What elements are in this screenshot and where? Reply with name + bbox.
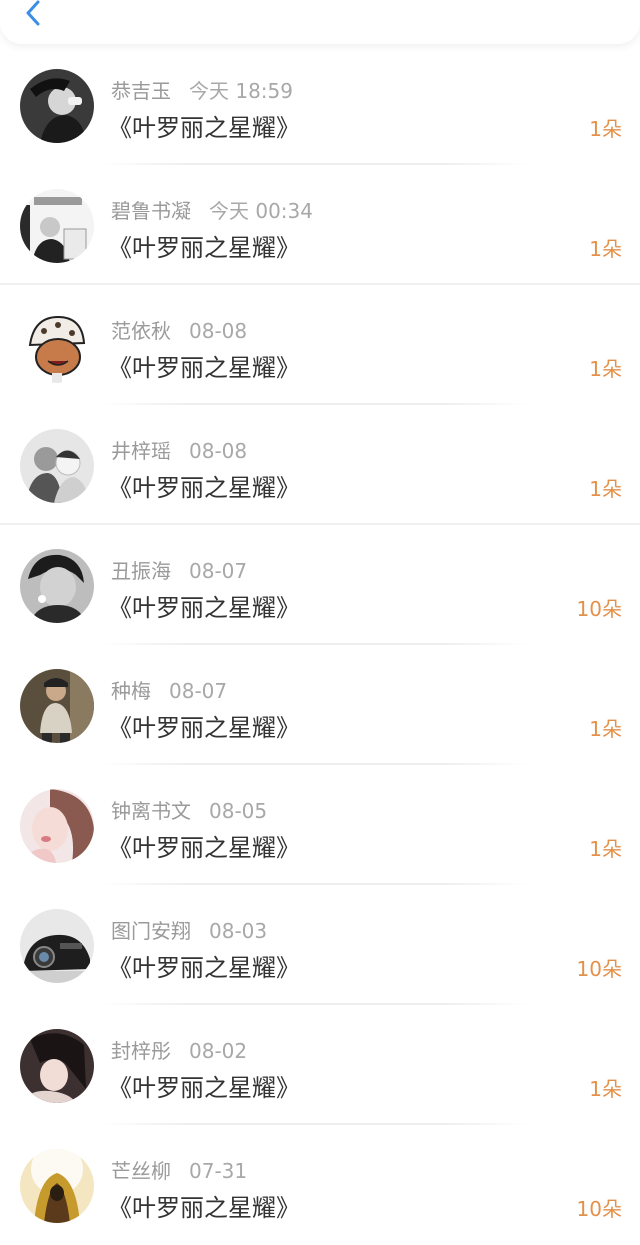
avatar[interactable] [20, 549, 94, 623]
top-bar [0, 0, 640, 44]
sender-name: 封梓彤 [111, 1039, 171, 1063]
list-item[interactable]: 图门安翔 08-03 《叶罗丽之星耀》 10朵 [0, 885, 640, 1005]
gift-amount: 1朵 [589, 1077, 622, 1101]
sender-name: 恭吉玉 [111, 79, 171, 103]
sender-line: 钟离书文 08-05 [111, 795, 267, 824]
gift-record-list: 恭吉玉 今天 18:59 《叶罗丽之星耀》 1朵 碧鲁书凝 今天 00:34 《叶罗… [0, 45, 640, 1245]
list-item[interactable]: 范依秋 08-08 《叶罗丽之星耀》 1朵 [0, 285, 640, 405]
list-item[interactable]: 钟离书文 08-05 《叶罗丽之星耀》 1朵 [0, 765, 640, 885]
work-title: 《叶罗丽之星耀》 [108, 474, 300, 502]
work-title: 《叶罗丽之星耀》 [108, 234, 300, 262]
work-title: 《叶罗丽之星耀》 [108, 714, 300, 742]
gift-amount: 1朵 [589, 237, 622, 261]
sender-line: 恭吉玉 今天 18:59 [111, 75, 293, 104]
back-button[interactable] [18, 0, 50, 30]
avatar[interactable] [20, 669, 94, 743]
work-title: 《叶罗丽之星耀》 [108, 834, 300, 862]
avatar[interactable] [20, 1029, 94, 1103]
avatar[interactable] [20, 69, 94, 143]
work-title: 《叶罗丽之星耀》 [108, 954, 300, 982]
sender-name: 图门安翔 [111, 919, 191, 943]
sender-name: 芒丝柳 [111, 1159, 171, 1183]
sender-line: 井梓瑶 08-08 [111, 435, 247, 464]
list-item[interactable]: 种梅 08-07 《叶罗丽之星耀》 1朵 [0, 645, 640, 765]
send-time: 08-08 [189, 439, 248, 463]
send-time: 08-05 [209, 799, 268, 823]
gift-amount: 1朵 [589, 357, 622, 381]
list-item[interactable]: 丑振海 08-07 《叶罗丽之星耀》 10朵 [0, 525, 640, 645]
avatar[interactable] [20, 909, 94, 983]
send-time: 08-07 [189, 559, 248, 583]
send-time: 今天 00:34 [209, 199, 313, 223]
avatar[interactable] [20, 189, 94, 263]
sender-line: 封梓彤 08-02 [111, 1035, 247, 1064]
avatar[interactable] [20, 1149, 94, 1223]
sender-line: 芒丝柳 07-31 [111, 1155, 247, 1184]
chevron-left-icon [26, 0, 40, 26]
gift-amount: 10朵 [576, 1197, 622, 1221]
send-time: 08-07 [169, 679, 228, 703]
gift-amount: 1朵 [589, 837, 622, 861]
work-title: 《叶罗丽之星耀》 [108, 354, 300, 382]
gift-amount: 1朵 [589, 717, 622, 741]
list-item[interactable]: 井梓瑶 08-08 《叶罗丽之星耀》 1朵 [0, 405, 640, 525]
sender-line: 范依秋 08-08 [111, 315, 247, 344]
send-time: 08-03 [209, 919, 268, 943]
list-item[interactable]: 芒丝柳 07-31 《叶罗丽之星耀》 10朵 [0, 1125, 640, 1245]
work-title: 《叶罗丽之星耀》 [108, 1074, 300, 1102]
sender-line: 丑振海 08-07 [111, 555, 247, 584]
sender-line: 种梅 08-07 [111, 675, 227, 704]
sender-name: 种梅 [111, 679, 151, 703]
work-title: 《叶罗丽之星耀》 [108, 594, 300, 622]
sender-name: 丑振海 [111, 559, 171, 583]
send-time: 08-02 [189, 1039, 248, 1063]
list-item[interactable]: 恭吉玉 今天 18:59 《叶罗丽之星耀》 1朵 [0, 45, 640, 165]
avatar[interactable] [20, 789, 94, 863]
avatar[interactable] [20, 429, 94, 503]
sender-name: 范依秋 [111, 319, 171, 343]
avatar[interactable] [20, 309, 94, 383]
gift-amount: 1朵 [589, 477, 622, 501]
sender-line: 碧鲁书凝 今天 00:34 [111, 195, 313, 224]
list-item[interactable]: 封梓彤 08-02 《叶罗丽之星耀》 1朵 [0, 1005, 640, 1125]
gift-amount: 10朵 [576, 597, 622, 621]
sender-name: 井梓瑶 [111, 439, 171, 463]
gift-amount: 1朵 [589, 117, 622, 141]
sender-name: 碧鲁书凝 [111, 199, 191, 223]
work-title: 《叶罗丽之星耀》 [108, 114, 300, 142]
gift-amount: 10朵 [576, 957, 622, 981]
list-item[interactable]: 碧鲁书凝 今天 00:34 《叶罗丽之星耀》 1朵 [0, 165, 640, 285]
send-time: 08-08 [189, 319, 248, 343]
work-title: 《叶罗丽之星耀》 [108, 1194, 300, 1222]
sender-line: 图门安翔 08-03 [111, 915, 267, 944]
send-time: 今天 18:59 [189, 79, 293, 103]
sender-name: 钟离书文 [111, 799, 191, 823]
send-time: 07-31 [189, 1159, 248, 1183]
